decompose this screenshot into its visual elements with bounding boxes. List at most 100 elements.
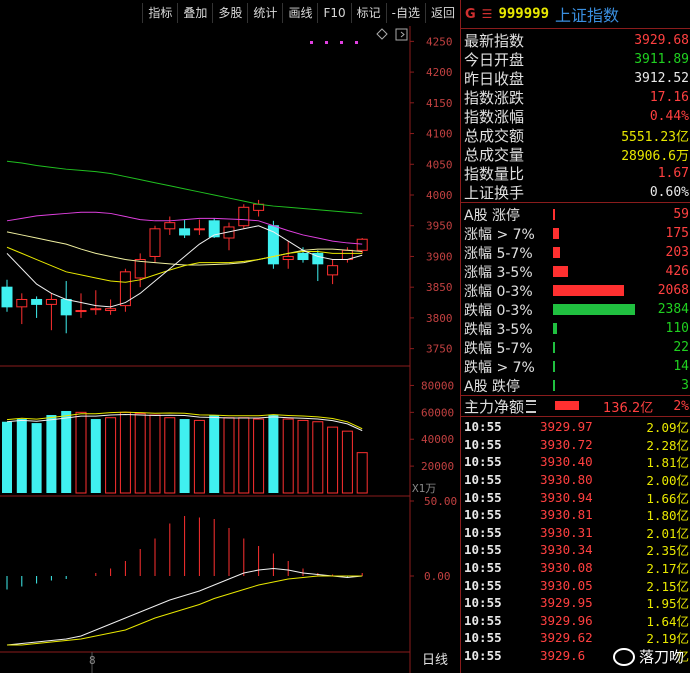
breadth-label: 涨幅 0-3% bbox=[464, 283, 533, 300]
tick-time: 10:55 bbox=[464, 648, 502, 664]
breadth-bar bbox=[553, 380, 555, 391]
tick-amount: 1.95亿 bbox=[646, 596, 689, 612]
menu-icon[interactable]: ☰ bbox=[482, 7, 493, 21]
breadth-label: 跌幅 3-5% bbox=[464, 321, 533, 338]
stat-row: 最新指数 3929.68 bbox=[461, 31, 690, 50]
stat-row: 总成交量 28906.6万 bbox=[461, 145, 690, 164]
volume-bar bbox=[179, 419, 190, 493]
toolbar-button-1[interactable]: 叠加 bbox=[177, 3, 212, 23]
candle-body bbox=[238, 206, 250, 227]
breadth-label: A股 涨停 bbox=[464, 207, 521, 224]
panel-header: G ☰ 999999 上证指数 bbox=[461, 0, 690, 29]
candle-body bbox=[31, 298, 43, 305]
breadth-value: 59 bbox=[673, 207, 689, 222]
toolbar-button-5[interactable]: F10 bbox=[317, 3, 350, 23]
candle-body bbox=[90, 308, 102, 311]
stat-value: 5551.23亿 bbox=[621, 130, 689, 145]
candle-body bbox=[193, 228, 205, 231]
tick-amount: 2.00亿 bbox=[646, 473, 689, 489]
volume-bar bbox=[282, 418, 294, 494]
stat-value: 3911.89 bbox=[634, 52, 689, 67]
candle-body bbox=[45, 298, 57, 305]
tick-time: 10:55 bbox=[464, 595, 502, 611]
index-name: 上证指数 bbox=[555, 6, 620, 25]
tick-time: 10:55 bbox=[464, 489, 502, 505]
volume-axis: 80000 60000 40000 20000 bbox=[410, 379, 454, 473]
toolbar-button-4[interactable]: 画线 bbox=[282, 3, 317, 23]
tick-price: 3930.80 bbox=[540, 472, 593, 488]
volume-bar bbox=[223, 417, 235, 494]
tick-amount: 2.19亿 bbox=[646, 631, 689, 647]
breadth-bar bbox=[553, 266, 568, 277]
breadth-bar bbox=[553, 323, 557, 334]
tick-price: 3929.62 bbox=[540, 630, 593, 646]
collapse-icon[interactable] bbox=[395, 28, 408, 41]
tick-amount: 2.01亿 bbox=[646, 525, 689, 541]
volume-bar bbox=[46, 415, 57, 493]
market-breadth: A股 涨停 59 涨幅 > 7% 175 涨幅 5-7% 203 涨幅 3-5% 42… bbox=[461, 202, 690, 395]
stat-label: 上证换手 bbox=[464, 184, 525, 202]
volume-bar bbox=[297, 419, 309, 494]
stat-row: 总成交额 5551.23亿 bbox=[461, 126, 690, 145]
tick-price: 3930.34 bbox=[540, 542, 593, 558]
candle-body bbox=[60, 298, 72, 316]
tick-amount: 1.80亿 bbox=[646, 508, 689, 524]
group-label[interactable]: G bbox=[465, 7, 476, 22]
breadth-bar bbox=[553, 342, 555, 353]
tick-list[interactable]: 10:55 3929.97 2.09亿 10:55 3930.72 2.28亿 10… bbox=[461, 417, 690, 664]
tick-time: 10:55 bbox=[464, 524, 502, 540]
stat-label: 最新指数 bbox=[464, 32, 525, 50]
tick-row: 10:55 3929.62 2.19亿 bbox=[461, 629, 690, 647]
volume-bar bbox=[149, 414, 161, 494]
tick-row: 10:55 3929.96 1.64亿 bbox=[461, 612, 690, 630]
breadth-value: 175 bbox=[665, 226, 689, 241]
breadth-value: 2068 bbox=[657, 283, 689, 298]
candle-body bbox=[105, 308, 117, 312]
main-fund-flow: 主力净额 136.2亿 2% bbox=[461, 395, 690, 417]
toolbar-button-0[interactable]: 指标 bbox=[142, 3, 177, 23]
breadth-row: 涨幅 > 7% 175 bbox=[461, 224, 690, 243]
tick-row: 10:55 3930.05 2.15亿 bbox=[461, 576, 690, 594]
macd-tick-label: 50.00 bbox=[424, 495, 457, 508]
pan-diamond-icon[interactable] bbox=[376, 28, 388, 40]
breadth-label: 跌幅 5-7% bbox=[464, 340, 533, 357]
tick-row: 10:55 3930.08 2.17亿 bbox=[461, 559, 690, 577]
candle-body bbox=[164, 222, 176, 230]
toolbar-button-3[interactable]: 统计 bbox=[247, 3, 282, 23]
breadth-row: 涨幅 0-3% 2068 bbox=[461, 281, 690, 300]
tick-row: 10:55 3930.94 1.66亿 bbox=[461, 488, 690, 506]
flow-amount: 136.2亿 bbox=[603, 400, 654, 416]
tick-time: 10:55 bbox=[464, 472, 502, 488]
period-tab-daily[interactable]: 日线 bbox=[422, 653, 448, 668]
volume-bar bbox=[119, 411, 131, 494]
volume-unit-label: X1万 bbox=[412, 482, 436, 495]
breadth-bar bbox=[553, 209, 556, 220]
breadth-row: 涨幅 3-5% 426 bbox=[461, 262, 690, 281]
volume-bar bbox=[61, 410, 72, 493]
breadth-label: 涨幅 3-5% bbox=[464, 264, 533, 281]
breadth-bar bbox=[553, 304, 635, 315]
volume-bar bbox=[16, 419, 27, 493]
volume-bar bbox=[75, 411, 87, 494]
toolbar-button-2[interactable]: 多股 bbox=[212, 3, 247, 23]
tick-row: 10:55 3929.95 1.95亿 bbox=[461, 594, 690, 612]
toolbar-button-6[interactable]: 标记 bbox=[350, 3, 386, 23]
stat-label: 今日开盘 bbox=[464, 51, 525, 69]
stat-value: 3929.68 bbox=[634, 33, 689, 48]
breadth-value: 203 bbox=[665, 245, 689, 260]
kline-chart[interactable]: 4250 4200 4150 4100 4050 4000 3950 3900 3850 3800… bbox=[0, 26, 458, 673]
tick-price: 3930.40 bbox=[540, 454, 593, 470]
date-marker: 8 bbox=[89, 654, 96, 667]
list-icon[interactable] bbox=[526, 399, 537, 413]
toolbar-button-8[interactable]: 返回 bbox=[424, 3, 460, 23]
toolbar-button-7[interactable]: -自选 bbox=[385, 3, 425, 23]
tick-price: 3929.95 bbox=[540, 595, 593, 611]
volume-bar bbox=[90, 419, 101, 493]
macd-indicator bbox=[6, 516, 363, 646]
breadth-row: 涨幅 5-7% 203 bbox=[461, 243, 690, 262]
stat-label: 指数量比 bbox=[464, 165, 525, 183]
breadth-label: 跌幅 0-3% bbox=[464, 302, 533, 319]
stat-label: 总成交量 bbox=[464, 146, 525, 164]
stat-label: 总成交额 bbox=[464, 127, 525, 145]
stat-label: 指数涨跌 bbox=[464, 89, 525, 107]
